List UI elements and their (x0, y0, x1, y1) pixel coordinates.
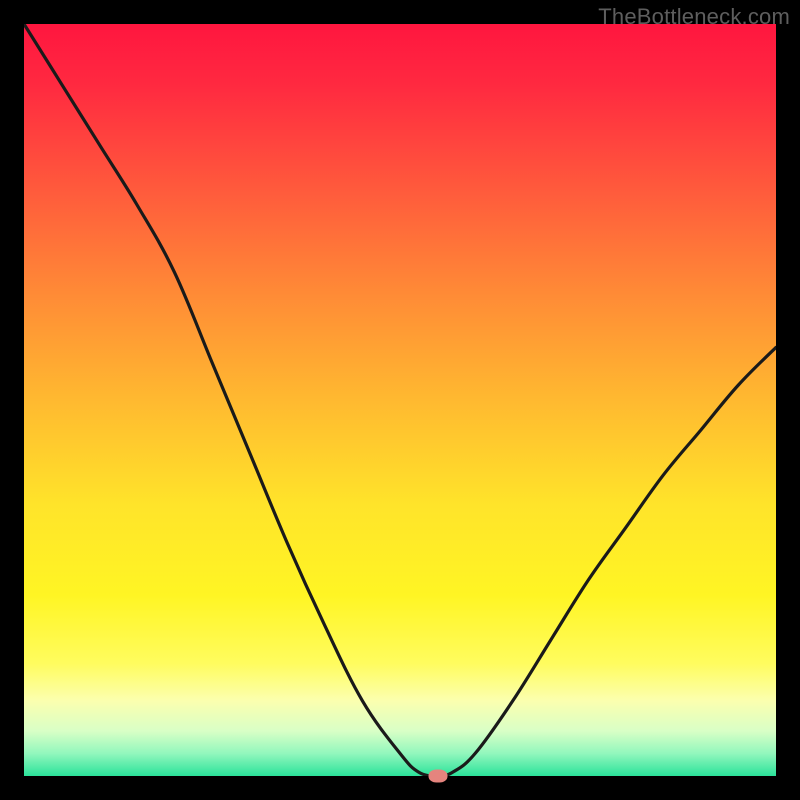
chart-plot-area (24, 24, 776, 776)
bottleneck-curve (24, 24, 776, 776)
curve-path (24, 24, 776, 776)
chart-frame: TheBottleneck.com (0, 0, 800, 800)
watermark-text: TheBottleneck.com (598, 4, 790, 30)
minimum-marker (428, 770, 447, 783)
